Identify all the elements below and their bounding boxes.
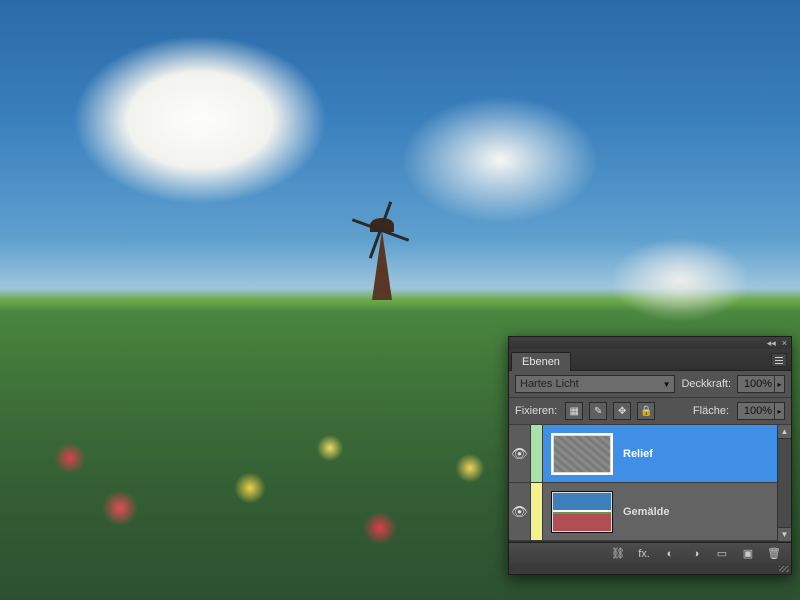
- new-group-icon[interactable]: ▭: [713, 546, 731, 562]
- layer-row[interactable]: 👁 Relief: [509, 425, 791, 483]
- close-icon[interactable]: ×: [782, 338, 787, 348]
- layers-footer: ⛓ fx. ◐ ◑ ▭ ▣ 🗑: [509, 542, 791, 564]
- panel-tabs: Ebenen: [509, 349, 791, 371]
- lock-position-icon[interactable]: ✥: [613, 402, 631, 420]
- panel-topbar: ◂◂ ×: [509, 337, 791, 349]
- visibility-toggle-icon[interactable]: 👁: [509, 483, 531, 540]
- opacity-label: Deckkraft:: [681, 378, 731, 390]
- layer-thumbnail[interactable]: [551, 433, 613, 475]
- lock-brush-icon[interactable]: ✎: [589, 402, 607, 420]
- opacity-stepper-icon[interactable]: ▸: [774, 376, 784, 392]
- fill-field[interactable]: [738, 405, 774, 417]
- layer-row[interactable]: 👁 Gemälde: [509, 483, 791, 541]
- windmill-illustration: [360, 190, 400, 300]
- layer-name-label: Relief: [623, 448, 653, 460]
- blend-opacity-row: Hartes Licht ▼ Deckkraft: ▸: [509, 371, 791, 398]
- layer-content[interactable]: Relief: [543, 425, 791, 482]
- lock-all-icon[interactable]: 🔒: [637, 402, 655, 420]
- link-layers-icon[interactable]: ⛓: [609, 546, 627, 562]
- lock-label: Fixieren:: [515, 405, 557, 417]
- panel-resize-handle[interactable]: [509, 564, 791, 574]
- visibility-toggle-icon[interactable]: 👁: [509, 425, 531, 482]
- fill-stepper-icon[interactable]: ▸: [774, 403, 784, 419]
- layer-color-tag[interactable]: [531, 483, 543, 540]
- scroll-down-icon[interactable]: ▼: [778, 527, 791, 541]
- layer-color-tag[interactable]: [531, 425, 543, 482]
- panel-menu-icon[interactable]: [771, 353, 787, 367]
- adjustment-layer-icon[interactable]: ◑: [687, 546, 705, 562]
- collapse-icon[interactable]: ◂◂: [767, 338, 776, 349]
- layer-thumbnail[interactable]: [551, 491, 613, 533]
- add-mask-icon[interactable]: ◐: [661, 546, 679, 562]
- new-layer-icon[interactable]: ▣: [739, 546, 757, 562]
- chevron-down-icon: ▼: [663, 380, 671, 389]
- blend-mode-select[interactable]: Hartes Licht ▼: [515, 375, 675, 393]
- opacity-input[interactable]: ▸: [737, 375, 785, 393]
- layer-name-label: Gemälde: [623, 506, 669, 518]
- layers-panel: ◂◂ × Ebenen Hartes Licht ▼ Deckkraft: ▸ …: [508, 336, 792, 575]
- lock-pixels-icon[interactable]: ▦: [565, 402, 583, 420]
- delete-layer-icon[interactable]: 🗑: [765, 546, 783, 562]
- layer-fx-icon[interactable]: fx.: [635, 546, 653, 562]
- layers-scrollbar[interactable]: ▲ ▼: [777, 425, 791, 541]
- fill-label: Fläche:: [693, 405, 729, 417]
- layers-list: 👁 Relief 👁 Gemälde ▲ ▼: [509, 425, 791, 542]
- lock-fill-row: Fixieren: ▦ ✎ ✥ 🔒 Fläche: ▸: [509, 398, 791, 425]
- fill-input[interactable]: ▸: [737, 402, 785, 420]
- layer-content[interactable]: Gemälde: [543, 483, 791, 540]
- scroll-up-icon[interactable]: ▲: [778, 425, 791, 439]
- opacity-field[interactable]: [738, 378, 774, 390]
- tab-layers[interactable]: Ebenen: [511, 352, 571, 371]
- blend-mode-value: Hartes Licht: [520, 378, 579, 390]
